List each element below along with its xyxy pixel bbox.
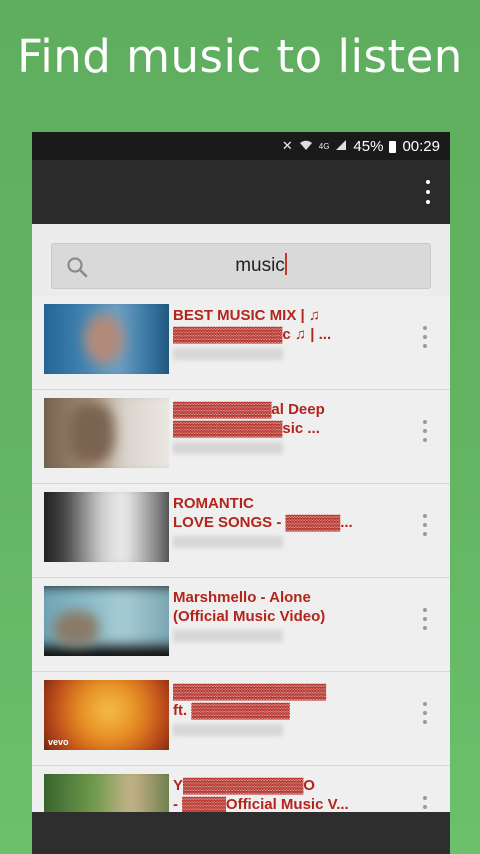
more-options-icon[interactable] bbox=[420, 514, 430, 536]
more-options-icon[interactable] bbox=[420, 326, 430, 348]
video-thumbnail[interactable] bbox=[44, 586, 169, 656]
promo-headline: Find music to listen bbox=[17, 30, 463, 83]
clock: 00:29 bbox=[402, 137, 440, 155]
list-item[interactable]: BEST MUSIC MIX | ♫ ▓▓▓▓▓▓▓▓▓▓c ♫ | ... bbox=[32, 296, 450, 390]
channel-name bbox=[173, 630, 283, 642]
list-item[interactable]: ▓▓▓▓▓▓▓▓▓al Deep ▓▓▓▓▓▓▓▓▓▓sic ... bbox=[32, 390, 450, 484]
search-query: music bbox=[235, 253, 287, 276]
video-title[interactable]: ROMANTIC LOVE SONGS - ▓▓▓▓▓... bbox=[173, 494, 403, 532]
video-title[interactable]: Y▓▓▓▓▓▓▓▓▓▓▓O - ▓▓▓▓Official Music V... bbox=[173, 776, 403, 814]
channel-name bbox=[173, 536, 283, 548]
search-input[interactable]: music bbox=[51, 243, 431, 289]
list-item[interactable]: vevo ▓▓▓▓▓▓▓▓▓▓▓▓▓▓ ft. ▓▓▓▓▓▓▓▓▓ bbox=[32, 672, 450, 766]
channel-name bbox=[173, 442, 283, 454]
overflow-menu-icon[interactable] bbox=[420, 180, 436, 204]
channel-name bbox=[173, 348, 283, 360]
video-thumbnail[interactable] bbox=[44, 398, 169, 468]
video-thumbnail[interactable]: vevo bbox=[44, 680, 169, 750]
video-title[interactable]: BEST MUSIC MIX | ♫ ▓▓▓▓▓▓▓▓▓▓c ♫ | ... bbox=[173, 306, 403, 344]
video-title[interactable]: ▓▓▓▓▓▓▓▓▓al Deep ▓▓▓▓▓▓▓▓▓▓sic ... bbox=[173, 400, 403, 438]
channel-name bbox=[173, 724, 283, 736]
search-icon bbox=[67, 257, 88, 278]
status-bar: ✕ 4G 45% 00:29 bbox=[32, 132, 450, 160]
wifi-icon bbox=[299, 139, 313, 154]
vevo-badge: vevo bbox=[48, 737, 69, 747]
battery-icon bbox=[389, 141, 397, 153]
video-title[interactable]: Marshmello - Alone (Official Music Video) bbox=[173, 588, 403, 626]
more-options-icon[interactable] bbox=[420, 420, 430, 442]
results-list: BEST MUSIC MIX | ♫ ▓▓▓▓▓▓▓▓▓▓c ♫ | ... ▓▓… bbox=[32, 296, 450, 854]
bottom-nav-bar[interactable] bbox=[32, 812, 450, 854]
signal-icon bbox=[335, 139, 347, 154]
more-options-icon[interactable] bbox=[420, 608, 430, 630]
app-bar bbox=[32, 160, 450, 224]
battery-percent: 45% bbox=[353, 137, 384, 155]
search-area: music bbox=[32, 224, 450, 296]
video-thumbnail[interactable] bbox=[44, 492, 169, 562]
mute-icon: ✕ bbox=[281, 138, 293, 153]
text-caret bbox=[284, 253, 287, 275]
list-item[interactable]: Marshmello - Alone (Official Music Video) bbox=[32, 578, 450, 672]
video-thumbnail[interactable] bbox=[44, 304, 169, 374]
more-options-icon[interactable] bbox=[420, 702, 430, 724]
video-title[interactable]: ▓▓▓▓▓▓▓▓▓▓▓▓▓▓ ft. ▓▓▓▓▓▓▓▓▓ bbox=[173, 682, 403, 720]
phone-screen: ✕ 4G 45% 00:29 music BEST MUSIC MIX | ♫ … bbox=[32, 132, 450, 854]
network-type: 4G bbox=[318, 141, 330, 151]
list-item[interactable]: ROMANTIC LOVE SONGS - ▓▓▓▓▓... bbox=[32, 484, 450, 578]
